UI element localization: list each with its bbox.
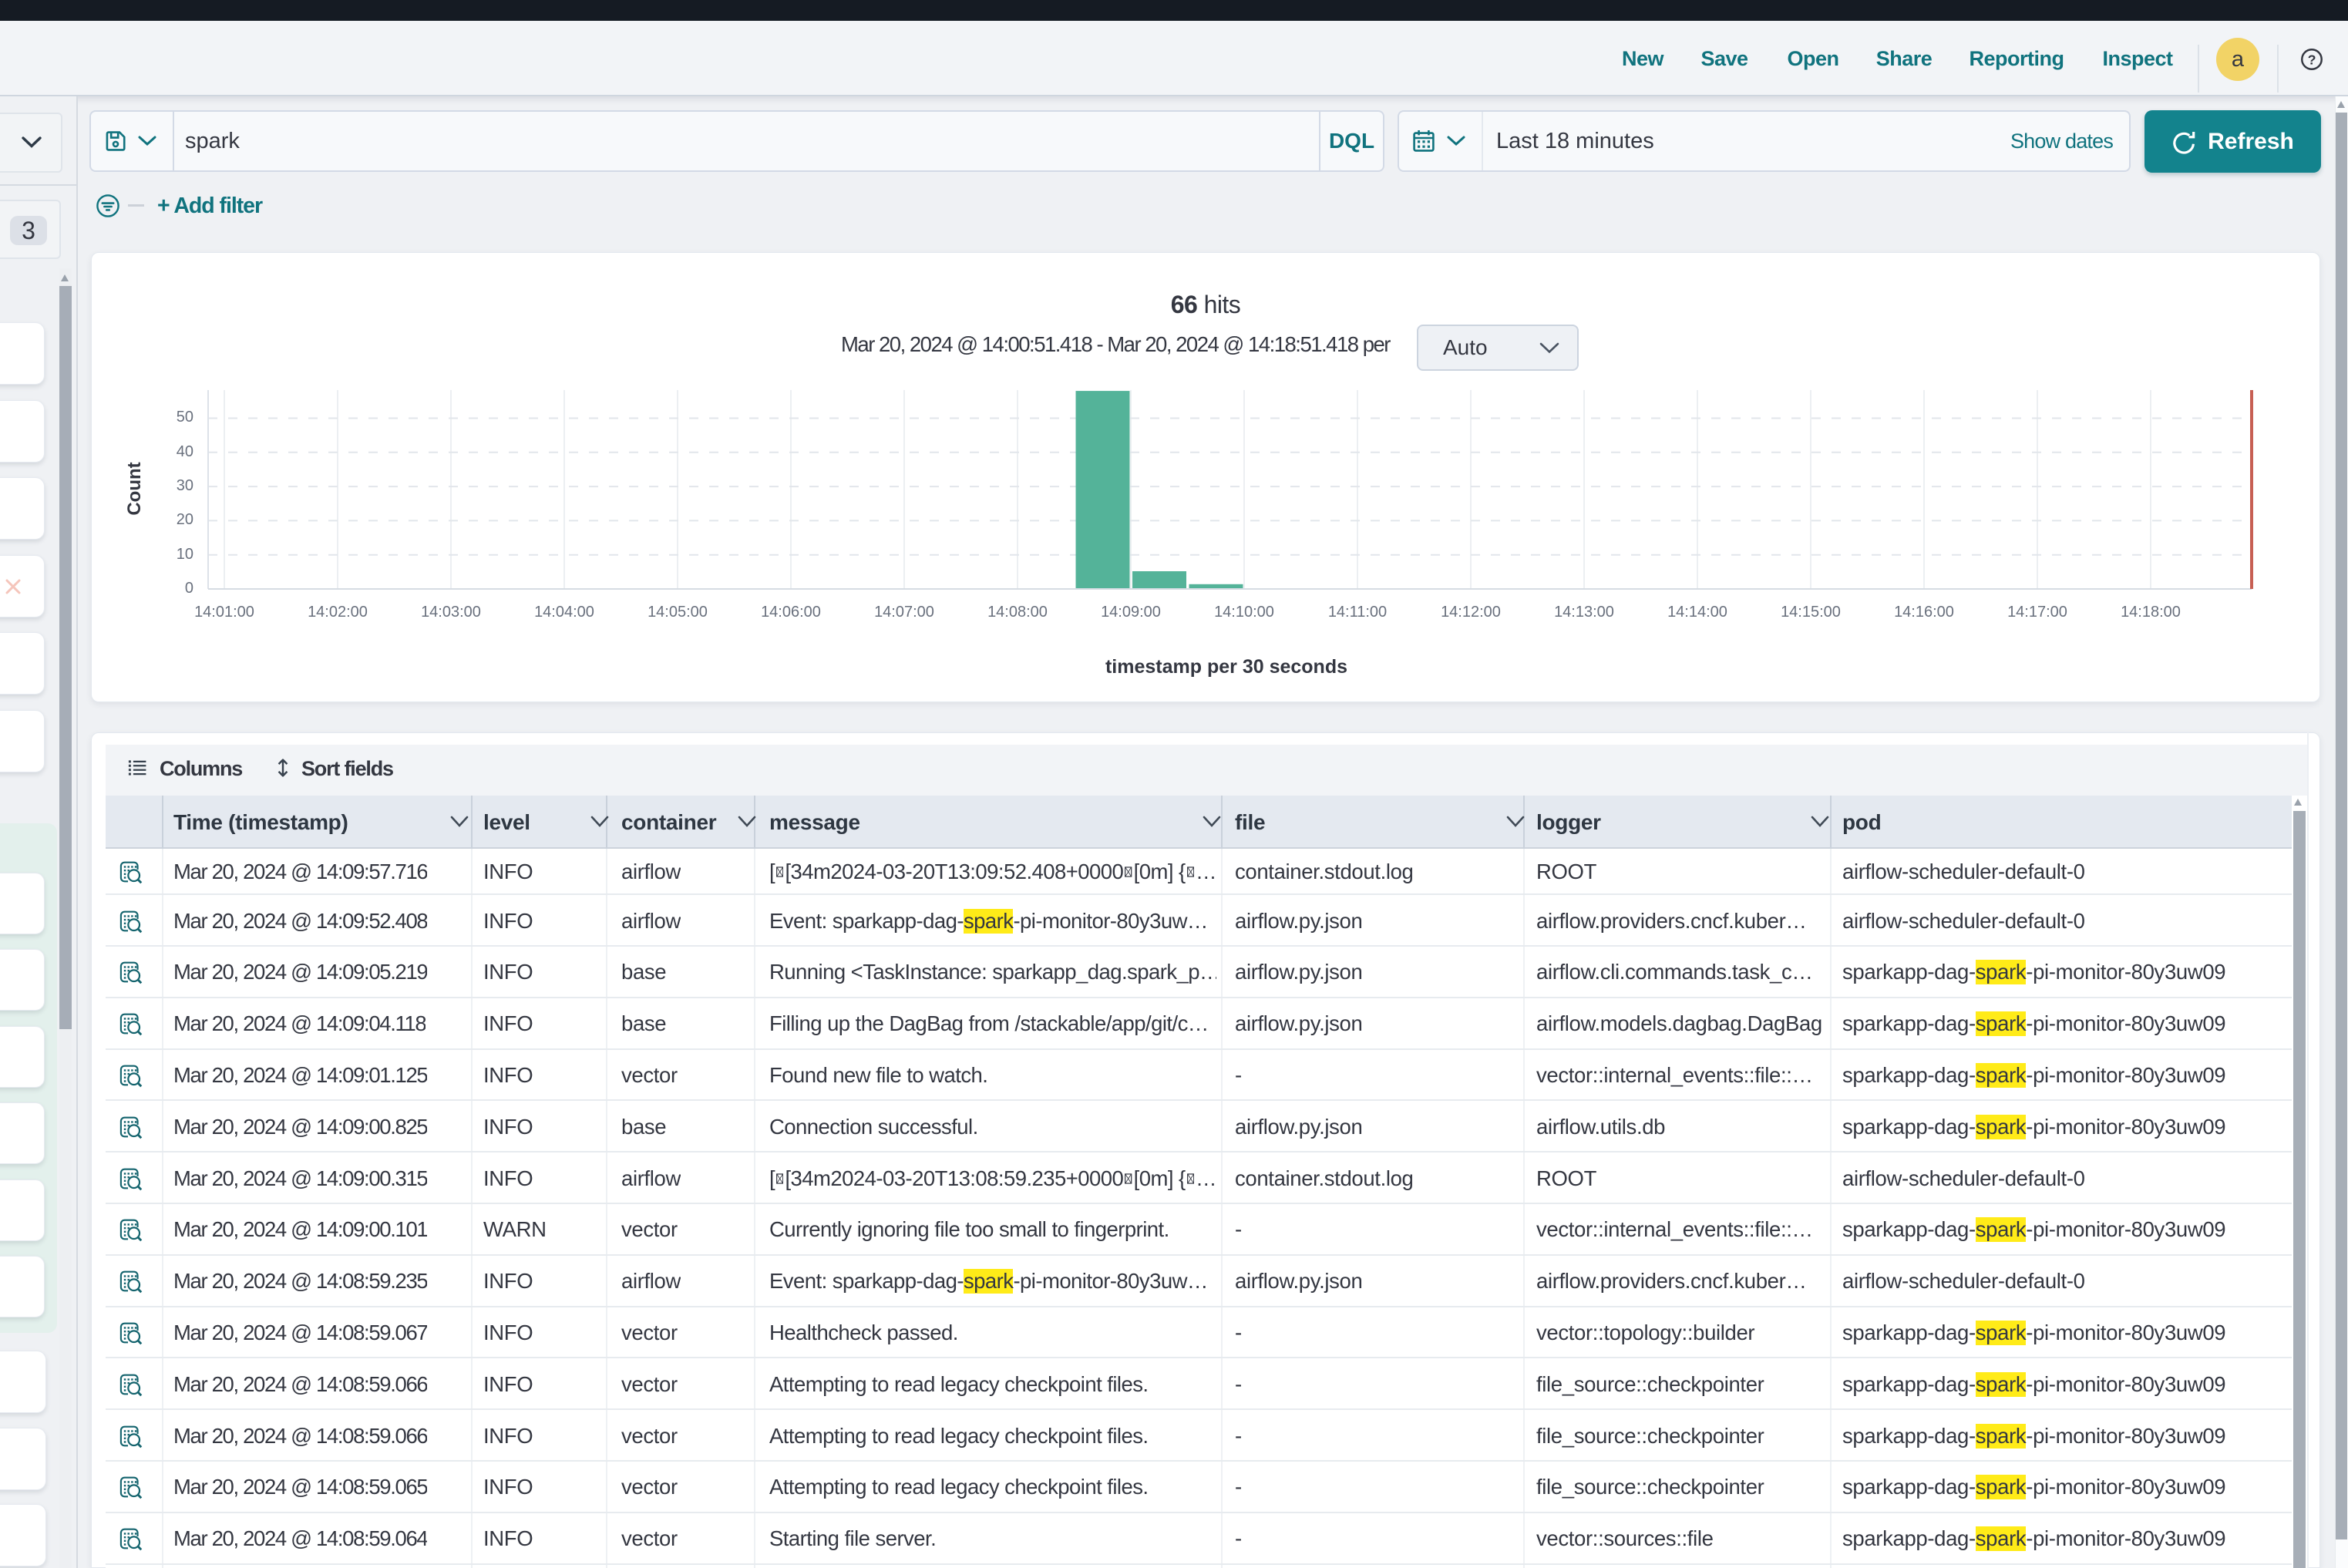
svg-text:?: ?: [2308, 52, 2316, 67]
